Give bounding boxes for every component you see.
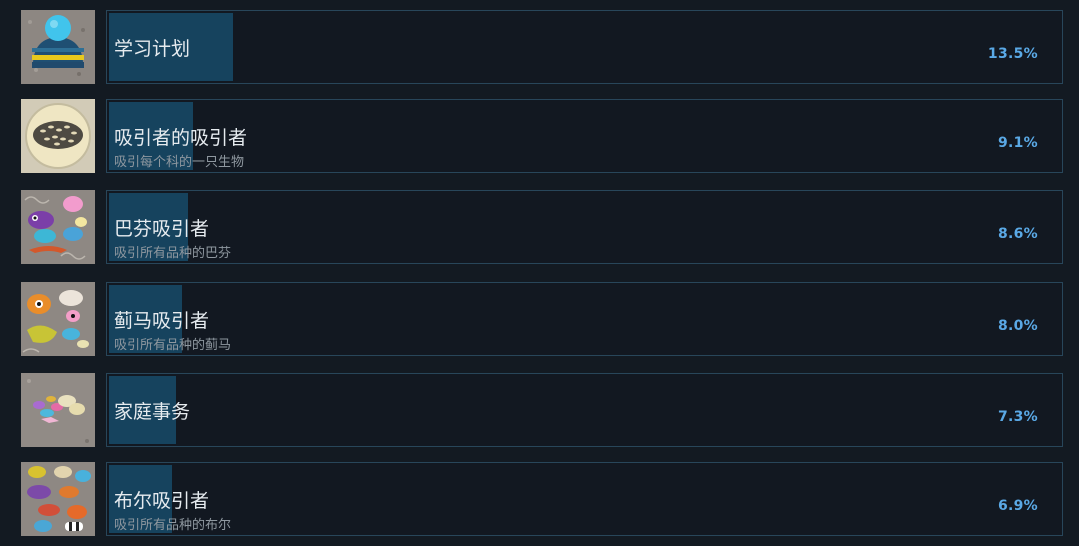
achievement-description: 吸引所有品种的巴芬: [114, 246, 232, 261]
achievement-card: 吸引者的吸引者 吸引每个科的一只生物 9.1%: [106, 99, 1063, 173]
puffin-critters-icon: [21, 190, 95, 264]
achievement-percent: 7.3%: [997, 409, 1038, 425]
achievement-row[interactable]: 布尔吸引者 吸引所有品种的布尔 6.9%: [20, 462, 1063, 537]
achievement-row[interactable]: 蓟马吸引者 吸引所有品种的蓟马 8.0%: [20, 282, 1063, 357]
family-critters-icon: [21, 373, 95, 447]
achievement-card: 学习计划 13.5%: [106, 10, 1063, 84]
achievement-row[interactable]: 家庭事务 7.3%: [20, 373, 1063, 448]
bull-fish-icon: [21, 462, 95, 536]
achievement-title: 家庭事务: [114, 401, 191, 423]
achievement-card: 布尔吸引者 吸引所有品种的布尔 6.9%: [106, 462, 1063, 536]
achievement-row[interactable]: 巴芬吸引者 吸引所有品种的巴芬 8.6%: [20, 190, 1063, 265]
achievement-card: 巴芬吸引者 吸引所有品种的巴芬 8.6%: [106, 190, 1063, 264]
achievement-title: 布尔吸引者: [114, 490, 210, 512]
achievement-list: 学习计划 13.5% 吸引者的吸引者 吸引每个科的一只生物 9.1% 巴芬吸引者…: [0, 0, 1079, 546]
achievement-description: 吸引每个科的一只生物: [114, 155, 245, 170]
achievement-percent: 8.0%: [997, 318, 1038, 334]
fish-school-icon: [21, 99, 95, 173]
achievement-row[interactable]: 学习计划 13.5%: [20, 10, 1063, 85]
knit-hat-icon: [21, 10, 95, 84]
thrips-critters-icon: [21, 282, 95, 356]
achievement-title: 学习计划: [114, 38, 191, 60]
achievement-percent: 6.9%: [997, 498, 1038, 514]
achievement-card: 家庭事务 7.3%: [106, 373, 1063, 447]
achievement-description: 吸引所有品种的布尔: [114, 518, 232, 533]
achievement-title: 吸引者的吸引者: [114, 127, 248, 149]
achievement-row[interactable]: 吸引者的吸引者 吸引每个科的一只生物 9.1%: [20, 99, 1063, 174]
achievement-card: 蓟马吸引者 吸引所有品种的蓟马 8.0%: [106, 282, 1063, 356]
achievement-percent: 13.5%: [987, 46, 1038, 62]
achievement-percent: 9.1%: [997, 135, 1038, 151]
achievement-title: 蓟马吸引者: [114, 310, 210, 332]
achievement-title: 巴芬吸引者: [114, 218, 210, 240]
achievement-percent: 8.6%: [997, 226, 1038, 242]
achievement-description: 吸引所有品种的蓟马: [114, 338, 232, 353]
